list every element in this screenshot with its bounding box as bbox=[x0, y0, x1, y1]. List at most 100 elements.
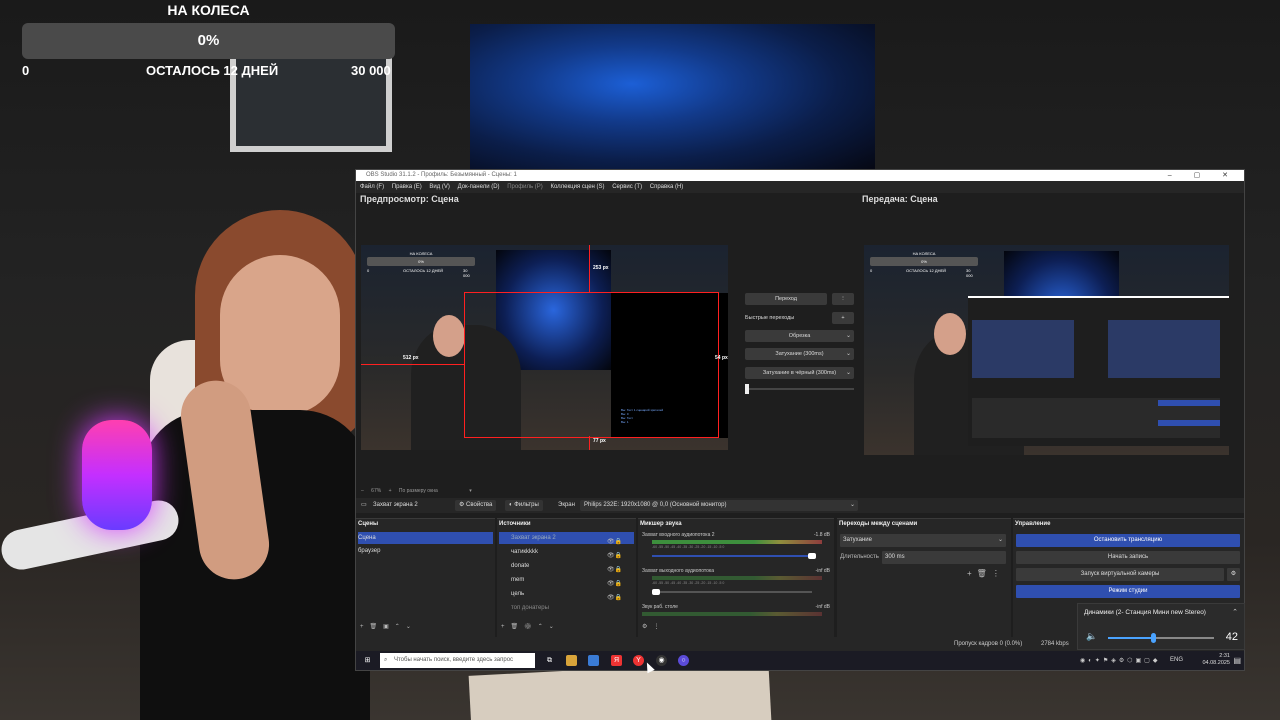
preview-label: Предпросмотр: Сцена bbox=[360, 194, 459, 204]
yandex-icon[interactable]: Я bbox=[611, 655, 622, 666]
quick-fade-black-label: Затухание в чёрный (300ms) bbox=[762, 370, 837, 376]
preview-goal-overlay: НА КОЛЕСА 0% 0 ОСТАЛОСЬ 12 ДНЕЙ 30 000 bbox=[367, 251, 475, 278]
tbar-handle[interactable] bbox=[745, 384, 749, 394]
windows-start-icon[interactable]: ⊞ bbox=[362, 655, 373, 666]
yandex-browser-icon[interactable]: Y bbox=[633, 655, 644, 666]
task-view-icon[interactable]: ⧉ bbox=[544, 655, 555, 666]
taskbar-search-input[interactable]: ⌕ Чтобы начать поиск, введите здесь запр… bbox=[380, 653, 535, 668]
program-goal-bar: 0% bbox=[870, 257, 978, 266]
menu-docks[interactable]: Док-панели (D) bbox=[458, 184, 500, 190]
goal-remaining: ОСТАЛОСЬ 12 ДНЕЙ bbox=[146, 63, 279, 78]
scene-item[interactable]: браузер bbox=[358, 545, 493, 557]
mixer-channel-name: Захват выходного аудиопотока bbox=[642, 568, 714, 574]
menu-edit[interactable]: Правка (E) bbox=[392, 184, 422, 190]
quick-transition-fade[interactable]: Затухание (300ms) ⌄ bbox=[745, 348, 854, 360]
chat-line: Вы: 1 bbox=[621, 420, 629, 424]
language-indicator[interactable]: ENG bbox=[1170, 657, 1183, 663]
volume-slider[interactable] bbox=[652, 553, 816, 559]
window-controls[interactable]: – ▢ ✕ bbox=[1168, 170, 1238, 181]
chevron-up-icon[interactable]: ⌃ bbox=[1232, 608, 1238, 616]
program-nested-obs bbox=[968, 296, 1229, 446]
source-selection-box[interactable] bbox=[464, 292, 719, 438]
guide-top bbox=[589, 245, 590, 292]
preview-goal-left: ОСТАЛОСЬ 12 ДНЕЙ bbox=[403, 268, 443, 273]
menu-file[interactable]: Файл (F) bbox=[360, 184, 384, 190]
menu-tools[interactable]: Сервис (T) bbox=[612, 184, 642, 190]
preview-goal-min: 0 bbox=[367, 268, 370, 273]
program-canvas: НА КОЛЕСА 0% 0 ОСТАЛОСЬ 12 ДНЕЙ 30 000 bbox=[864, 245, 1229, 455]
volume-slider-knob[interactable] bbox=[1150, 633, 1156, 643]
volume-slider[interactable] bbox=[652, 589, 812, 595]
chevron-down-icon: ⌄ bbox=[849, 502, 855, 508]
mixer-channel-db: -inf dB bbox=[815, 568, 830, 574]
scenes-toolbar[interactable]: +🗑▣⌃⌄ bbox=[360, 623, 417, 630]
mixer-channel-name: Захват входного аудиопотока 2 bbox=[642, 532, 715, 538]
visibility-eye-icons[interactable]: 👁🔒 👁🔒 👁🔒 👁🔒 👁🔒 bbox=[607, 535, 622, 605]
filters-button[interactable]: ◐ Фильтры bbox=[505, 500, 543, 511]
mixer-channel-db: -inf dB bbox=[815, 604, 830, 610]
screen-select[interactable]: Philips 232E: 1920x1080 @ 0,0 (Основной … bbox=[580, 500, 858, 511]
clock[interactable]: 2:31 04.08.2025 bbox=[1202, 653, 1230, 667]
program-goal-max: 30 000 bbox=[966, 268, 973, 278]
scene-item[interactable]: Сцена bbox=[358, 532, 493, 544]
volume-slider[interactable] bbox=[1108, 633, 1214, 643]
duration-input[interactable]: 300 ms bbox=[882, 551, 1006, 564]
menu-profile[interactable]: Профиль (P) bbox=[507, 184, 543, 190]
transition-button[interactable]: Переход bbox=[745, 293, 827, 305]
monitor-icon: ▭ bbox=[361, 502, 367, 508]
file-explorer-icon[interactable] bbox=[566, 655, 577, 666]
system-tray-icons[interactable]: ◉◐✦⚑◈⚙⬡▣▢◆ bbox=[1080, 657, 1160, 664]
clock-date: 04.08.2025 bbox=[1202, 660, 1230, 666]
goal-title: НА КОЛЕСА bbox=[167, 2, 250, 18]
quick-transition-cut[interactable]: Обрезка ⌄ bbox=[745, 330, 854, 342]
obs-menubar: Файл (F) Правка (E) Вид (V) Док-панели (… bbox=[356, 181, 1244, 193]
audio-meter bbox=[652, 576, 822, 580]
menu-help[interactable]: Справка (H) bbox=[650, 184, 684, 190]
audio-device-name: Динамики (2- Станция Мини new Stereo) bbox=[1084, 609, 1206, 616]
app-icon[interactable]: ○ bbox=[678, 655, 689, 666]
search-icon: ⌕ bbox=[384, 657, 388, 663]
stop-streaming-button[interactable]: Остановить трансляцию bbox=[1016, 534, 1240, 547]
preview-canvas[interactable]: НА КОЛЕСА 0% 0 ОСТАЛОСЬ 12 ДНЕЙ 30 000 2… bbox=[361, 245, 728, 450]
gear-icon[interactable]: ⚙ bbox=[1227, 568, 1240, 581]
sources-title: Источники bbox=[499, 521, 531, 527]
speaker-icon[interactable]: 🔈 bbox=[1086, 631, 1097, 642]
obs-titlebar[interactable]: OBS Studio 31.1.2 - Профиль: Безымянный … bbox=[356, 170, 1244, 181]
start-virtual-camera-button[interactable]: Запуск виртуальной камеры bbox=[1016, 568, 1224, 581]
menu-view[interactable]: Вид (V) bbox=[429, 184, 450, 190]
tbar-track[interactable] bbox=[745, 384, 854, 394]
obs-window[interactable]: OBS Studio 31.1.2 - Профиль: Безымянный … bbox=[355, 169, 1245, 671]
guide-top-label: 253 px bbox=[593, 265, 609, 271]
chat-overlay: Вы: Тест 1 сценарий зрителей Вы: 0 Вы: Т… bbox=[621, 408, 663, 424]
obs-app-icon[interactable]: ◉ bbox=[656, 655, 667, 666]
volume-slider-knob[interactable] bbox=[652, 589, 660, 595]
windows-taskbar: ⊞ ⌕ Чтобы начать поиск, введите здесь за… bbox=[356, 651, 1244, 670]
store-icon[interactable] bbox=[588, 655, 599, 666]
properties-button[interactable]: ⚙ Свойства bbox=[455, 500, 497, 511]
zoom-in-button[interactable]: + bbox=[389, 488, 392, 494]
guide-bottom-label: 77 px bbox=[593, 438, 606, 444]
transition-menu-button[interactable]: ⋮ bbox=[832, 293, 854, 305]
transition-type-select[interactable]: Затухание ⌄ bbox=[840, 534, 1006, 547]
audio-meter bbox=[642, 612, 822, 616]
add-quick-transition-button[interactable]: + bbox=[832, 312, 854, 324]
duration-label: Длительность bbox=[840, 554, 879, 560]
quick-cut-label: Обрезка bbox=[788, 333, 811, 339]
quick-transition-fade-black[interactable]: Затухание в чёрный (300ms) ⌄ bbox=[745, 367, 854, 379]
clock-time: 2:31 bbox=[1219, 653, 1230, 659]
controls-title: Управление bbox=[1015, 521, 1051, 527]
transition-toolbar[interactable]: +🗑⋮ bbox=[967, 569, 1005, 578]
mixer-toolbar[interactable]: ⚙⋮ bbox=[642, 623, 665, 630]
zoom-fit-select[interactable]: По размеру окна bbox=[399, 488, 438, 494]
goal-progress-bar: 0% bbox=[22, 23, 395, 59]
notifications-icon[interactable]: ▤ bbox=[1233, 656, 1241, 665]
sources-toolbar[interactable]: +🗑⚙⌃⌄ bbox=[501, 623, 560, 630]
zoom-out-button[interactable]: – bbox=[361, 488, 364, 494]
program-goal-overlay: НА КОЛЕСА 0% 0 ОСТАЛОСЬ 12 ДНЕЙ 30 000 bbox=[870, 251, 978, 278]
zoom-level: 67% bbox=[371, 488, 382, 494]
volume-slider-knob[interactable] bbox=[808, 553, 816, 559]
audio-mixer-dock: Микшер звука Захват входного аудиопотока… bbox=[638, 518, 834, 637]
studio-mode-button[interactable]: Режим студии bbox=[1016, 585, 1240, 598]
menu-scene-collection[interactable]: Коллекция сцен (S) bbox=[550, 184, 604, 190]
start-recording-button[interactable]: Начать запись bbox=[1016, 551, 1240, 564]
